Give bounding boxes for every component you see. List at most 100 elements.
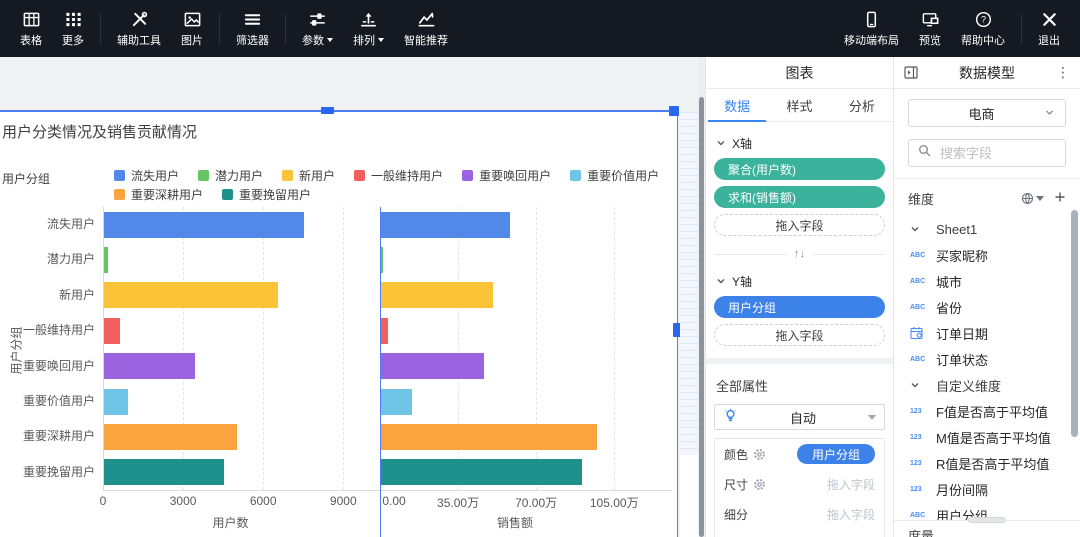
canvas-scrollbar-thumb[interactable] — [699, 97, 704, 537]
measure-pill[interactable]: 聚合(用户数) — [714, 158, 885, 180]
bar-新用户[interactable] — [104, 282, 278, 308]
prop-dropzone[interactable]: 拖入字段 — [827, 476, 875, 493]
prop-label: 尺寸 — [724, 476, 748, 493]
toolbar-item-tools[interactable]: 辅助工具 — [107, 0, 171, 57]
toolbar-item-mobile-layout[interactable]: 移动端布局 — [834, 0, 909, 57]
bar-重要深耕用户[interactable] — [104, 424, 237, 450]
toolbar-item-filter[interactable]: 筛选器 — [226, 0, 279, 57]
selection-handle-corner[interactable] — [669, 106, 679, 116]
field-row-月份间隔[interactable]: 123月份间隔 — [894, 476, 1080, 502]
dashboard-canvas[interactable]: 用户分类情况及销售贡献情况 用户分组 流失用户潜力用户新用户一般维持用户重要唤回… — [0, 57, 705, 537]
toolbar-item-arrange[interactable]: 排列 — [343, 0, 394, 57]
legend-item[interactable]: 新用户 — [282, 167, 335, 184]
field-row-F值是否高于平均值[interactable]: 123F值是否高于平均值 — [894, 398, 1080, 424]
filter-icon — [243, 10, 262, 29]
bar-重要价值用户[interactable] — [104, 389, 128, 415]
toolbar-item-more-grid[interactable]: 更多 — [52, 0, 94, 57]
toolbar-item-table[interactable]: 表格 — [10, 0, 52, 57]
tab-style[interactable]: 样式 — [768, 89, 830, 121]
prop-row-细分: 细分 拖入字段 — [715, 499, 884, 529]
measure-pill[interactable]: 求和(销售额) — [714, 186, 885, 208]
gear-icon[interactable] — [753, 478, 766, 491]
toolbar-item-preview[interactable]: 预览 — [909, 0, 951, 57]
field-label: 买家昵称 — [936, 246, 988, 265]
legend-swatch — [222, 189, 233, 200]
bar-重要挽留用户[interactable] — [381, 459, 582, 485]
bar-流失用户[interactable] — [381, 212, 510, 238]
toolbar-item-label: 筛选器 — [236, 32, 269, 48]
y-axis-dropzone[interactable]: 拖入字段 — [714, 324, 885, 346]
auto-property-select[interactable]: 自动 — [714, 404, 885, 430]
field-row-省份[interactable]: ABC省份 — [894, 294, 1080, 320]
field-search-input[interactable] — [938, 145, 1058, 162]
toolbar-item-exit[interactable]: 退出 — [1028, 0, 1070, 57]
measure-label: 度量 — [908, 526, 934, 537]
selection-handle-top[interactable] — [321, 107, 334, 114]
field-label: 订单日期 — [936, 324, 988, 343]
toolbar-item-smart-recommend[interactable]: 智能推荐 — [394, 0, 458, 57]
toolbar-item-label: 更多 — [62, 32, 84, 48]
model-select[interactable]: 电商 — [908, 99, 1066, 127]
bar-新用户[interactable] — [381, 282, 493, 308]
panel-resize-handle[interactable] — [968, 517, 1006, 523]
toolbar-item-params[interactable]: 参数 — [292, 0, 343, 57]
more-options-icon[interactable]: ⋮ — [1056, 64, 1070, 81]
add-field-icon[interactable] — [1054, 191, 1066, 206]
chevron-down-icon — [1044, 106, 1055, 121]
x-axis-section-header[interactable]: X轴 — [716, 135, 883, 152]
adjacent-widget-edge-blank — [680, 455, 698, 537]
legend-item[interactable]: 潜力用户 — [198, 167, 263, 184]
number-field-icon: 123 — [910, 408, 928, 415]
category-label: 重要价值用户 — [8, 384, 95, 419]
gear-icon[interactable] — [753, 448, 766, 461]
bar-重要价值用户[interactable] — [381, 389, 412, 415]
bar-重要挽留用户[interactable] — [104, 459, 224, 485]
field-search-box[interactable] — [908, 139, 1066, 167]
field-row-M值是否高于平均值[interactable]: 123M值是否高于平均值 — [894, 424, 1080, 450]
x-axis-dropzone[interactable]: 拖入字段 — [714, 214, 885, 236]
legend-item[interactable]: 重要价值用户 — [570, 167, 659, 184]
field-row-订单日期[interactable]: 订单日期 — [894, 320, 1080, 346]
prop-row-标签: 标签拖入字段 — [715, 529, 884, 537]
tab-data[interactable]: 数据 — [706, 89, 768, 121]
globe-filter-icon[interactable] — [1021, 192, 1044, 205]
toolbar-item-image[interactable]: 图片 — [171, 0, 213, 57]
field-row-Sheet1[interactable]: Sheet1 — [894, 216, 1080, 242]
bar-重要唤回用户[interactable] — [104, 353, 195, 379]
legend-item[interactable]: 流失用户 — [114, 167, 179, 184]
field-row-R值是否高于平均值[interactable]: 123R值是否高于平均值 — [894, 450, 1080, 476]
bar-一般维持用户[interactable] — [104, 318, 120, 344]
field-row-自定义维度[interactable]: 自定义维度 — [894, 372, 1080, 398]
tab-analysis[interactable]: 分析 — [831, 89, 893, 121]
legend-item[interactable]: 重要唤回用户 — [462, 167, 551, 184]
panel-scrollbar-thumb[interactable] — [1071, 210, 1078, 437]
color-mapping-pill[interactable]: 用户分组 — [797, 444, 875, 464]
dimension-pill[interactable]: 用户分组 — [714, 296, 885, 318]
toolbar-item-help[interactable]: ?帮助中心 — [951, 0, 1015, 57]
chevron-down-icon — [716, 137, 726, 151]
legend-item[interactable]: 重要深耕用户 — [114, 186, 203, 203]
bar-重要唤回用户[interactable] — [381, 353, 484, 379]
legend-item[interactable]: 一般维持用户 — [354, 167, 443, 184]
bar-潜力用户[interactable] — [381, 247, 383, 273]
bar-一般维持用户[interactable] — [381, 318, 388, 344]
axis-tick-label: 0.00 — [382, 494, 405, 508]
legend-item[interactable]: 重要挽留用户 — [222, 186, 311, 203]
field-row-买家昵称[interactable]: ABC买家昵称 — [894, 242, 1080, 268]
prop-dropzone[interactable]: 拖入字段 — [827, 506, 875, 523]
field-row-订单状态[interactable]: ABC订单状态 — [894, 346, 1080, 372]
bar-重要深耕用户[interactable] — [381, 424, 597, 450]
panel-collapse-icon[interactable] — [904, 66, 918, 79]
y-axis-section-header[interactable]: Y轴 — [716, 273, 883, 290]
more-grid-icon — [64, 10, 83, 29]
field-row-城市[interactable]: ABC城市 — [894, 268, 1080, 294]
swap-axes-icon[interactable]: ↑↓ — [786, 248, 813, 260]
bar-流失用户[interactable] — [104, 212, 304, 238]
bar-潜力用户[interactable] — [104, 247, 108, 273]
prop-label: 细分 — [724, 506, 748, 523]
smart-recommend-icon — [417, 10, 436, 29]
caret-down-icon — [378, 38, 384, 42]
chart-config-header: 图表 — [706, 57, 893, 89]
model-select-value: 电商 — [919, 104, 1044, 123]
legend-swatch — [282, 170, 293, 181]
